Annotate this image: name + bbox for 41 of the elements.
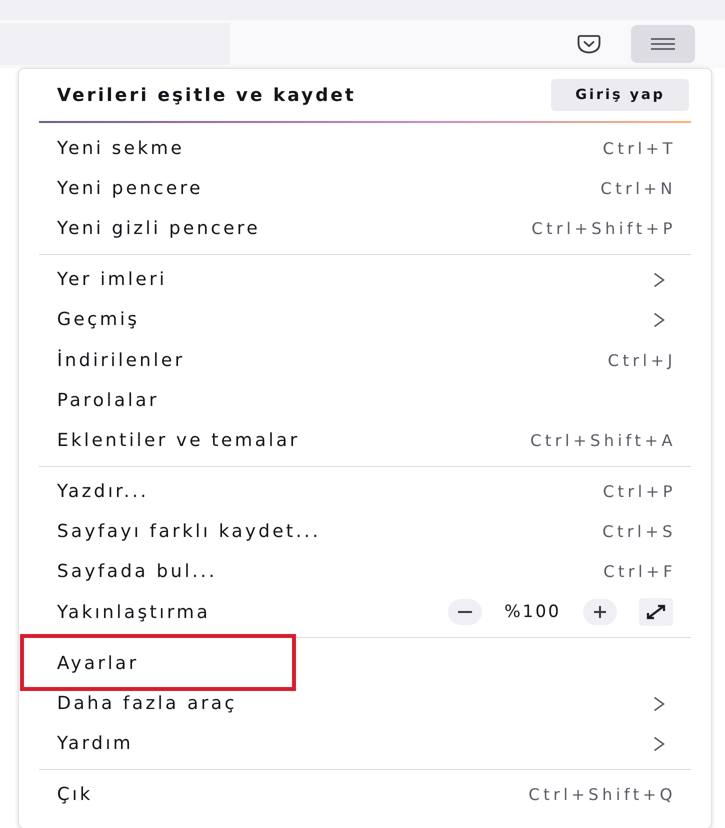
menu-item[interactable]: İndirilenler (57, 350, 185, 371)
shortcut-text: Ctrl+Shift+A (530, 430, 676, 450)
chevron-right-icon (653, 312, 665, 328)
shortcut-text: Ctrl+J (608, 350, 676, 370)
shortcut-text: Ctrl+F (603, 562, 676, 582)
menu-item[interactable]: Daha fazla araç (57, 693, 237, 714)
sign-in-button[interactable]: Giriş yap (551, 79, 689, 111)
menu-item[interactable]: Çık (57, 784, 93, 806)
menu-item[interactable]: Yardım (57, 733, 134, 754)
zoom-in-button[interactable] (583, 599, 617, 626)
shortcut-text: Ctrl+T (602, 138, 676, 158)
menu-item[interactable]: Sayfayı farklı kaydet... (57, 521, 321, 542)
menu-item[interactable]: Yazdır... (57, 481, 149, 502)
zoom-out-button[interactable] (448, 599, 482, 626)
menu-item[interactable]: Yeni gizli pencere (57, 218, 260, 239)
menu-item[interactable]: Parolalar (57, 390, 159, 411)
menu-item[interactable]: Yer imleri (57, 269, 167, 290)
fullscreen-button[interactable] (639, 598, 673, 626)
chevron-right-icon (653, 272, 665, 288)
minus-icon (457, 610, 474, 614)
shortcut-text: Ctrl+S (602, 522, 676, 542)
zoom-label: Yakınlaştırma (57, 602, 210, 623)
menu-item[interactable]: Geçmiş (57, 309, 140, 330)
menu-icon (650, 37, 676, 51)
chevron-badge-icon[interactable] (577, 34, 601, 54)
menu-item[interactable]: Yeni pencere (57, 178, 203, 199)
menu-button[interactable] (631, 25, 695, 63)
shortcut-text: Ctrl+Shift+P (532, 218, 676, 238)
sync-label: Verileri eşitle ve kaydet (57, 84, 356, 106)
shortcut-text: Ctrl+Shift+Q (528, 785, 676, 804)
chevron-right-icon (653, 696, 665, 712)
plus-icon (593, 605, 607, 620)
menu-item[interactable]: Ayarlar (57, 652, 139, 674)
chevron-right-icon (653, 736, 665, 752)
expand-arrow-icon (646, 604, 666, 620)
shortcut-text: Ctrl+N (600, 178, 676, 198)
shortcut-text: Ctrl+P (602, 482, 676, 502)
menu-item[interactable]: Yeni sekme (57, 138, 184, 159)
menu-item[interactable]: Eklentiler ve temalar (57, 430, 300, 451)
zoom-level[interactable]: %100 (498, 602, 567, 622)
menu-item[interactable]: Sayfada bul... (57, 561, 218, 582)
